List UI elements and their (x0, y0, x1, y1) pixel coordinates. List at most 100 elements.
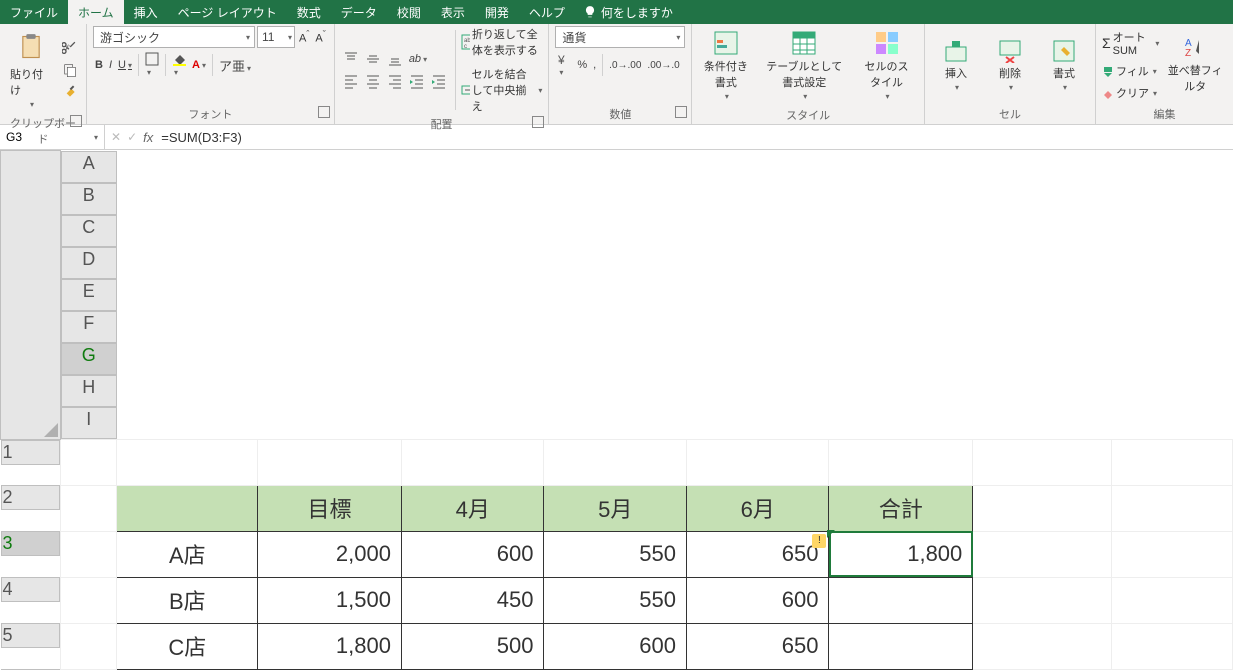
fx-icon[interactable]: fx (143, 130, 153, 145)
cell-G4[interactable] (829, 577, 973, 623)
cell-F2[interactable]: 6月 (686, 485, 828, 531)
dialog-launcher-icon[interactable] (70, 115, 82, 127)
align-right-button[interactable] (385, 71, 405, 91)
font-name-combo[interactable]: 游ゴシック▾ (93, 26, 255, 48)
phonetic-button[interactable]: ア亜▾ (217, 54, 253, 77)
error-warning-icon[interactable]: ! (812, 534, 826, 548)
row-header-5[interactable]: 5 (1, 623, 60, 648)
cell-B5[interactable]: C店 (117, 623, 258, 669)
cell-F3[interactable]: 650! (686, 531, 828, 577)
align-middle-button[interactable] (363, 49, 383, 69)
fill-button[interactable]: フィル▾ (1102, 63, 1159, 79)
cell-G2[interactable]: 合計 (829, 485, 973, 531)
number-format-combo[interactable]: 通貨▾ (555, 26, 685, 48)
delete-cells-button[interactable]: 削除▾ (985, 35, 1035, 96)
format-cells-button[interactable]: 書式▾ (1039, 35, 1089, 96)
cell-D3[interactable]: 600 (401, 531, 543, 577)
cell-E3[interactable]: 550 (544, 531, 686, 577)
dialog-launcher-icon[interactable] (318, 106, 330, 118)
col-header-D[interactable]: D (61, 247, 117, 279)
underline-button[interactable]: U▾ (116, 57, 134, 73)
cell-F4[interactable]: 600 (686, 577, 828, 623)
grow-font-button[interactable]: Aˆ (297, 27, 311, 47)
shrink-font-button[interactable]: Aˇ (313, 27, 327, 47)
increase-decimal-button[interactable]: .0→.00 (607, 57, 643, 73)
accounting-button[interactable]: ¥▾ (555, 50, 573, 80)
cell-E4[interactable]: 550 (544, 577, 686, 623)
tab-help[interactable]: ヘルプ (519, 0, 575, 25)
enter-icon[interactable]: ✓ (127, 130, 137, 144)
decrease-decimal-button[interactable]: .00→.0 (645, 57, 681, 73)
col-header-A[interactable]: A (61, 151, 117, 183)
col-header-H[interactable]: H (61, 375, 117, 407)
row-header-1[interactable]: 1 (1, 440, 60, 465)
wrap-text-button[interactable]: abc折り返して全体を表示する (461, 26, 542, 58)
tab-developer[interactable]: 開発 (475, 0, 519, 25)
cell-D2[interactable]: 4月 (401, 485, 543, 531)
cell-styles-button[interactable]: セルのスタイル▾ (855, 26, 918, 105)
col-header-C[interactable]: C (61, 215, 117, 247)
cell-B2[interactable] (117, 485, 258, 531)
orientation-button[interactable]: ab▾ (407, 51, 429, 67)
borders-button[interactable]: ▾ (143, 50, 161, 80)
font-color-button[interactable]: A▾ (190, 57, 208, 73)
fill-color-button[interactable]: ▾ (170, 50, 188, 80)
decrease-indent-button[interactable] (407, 71, 427, 91)
cell-C5[interactable]: 1,800 (258, 623, 402, 669)
cell-D4[interactable]: 450 (401, 577, 543, 623)
tab-data[interactable]: データ (331, 0, 387, 25)
cell-C2[interactable]: 目標 (258, 485, 402, 531)
worksheet[interactable]: A B C D E F G H I 1 2 目標 4月 5月 6月 合計 3 A… (0, 150, 1233, 670)
col-header-G[interactable]: G (61, 343, 117, 375)
comma-button[interactable]: , (591, 57, 598, 73)
row-header-4[interactable]: 4 (1, 577, 60, 602)
cell-E2[interactable]: 5月 (544, 485, 686, 531)
cell-B4[interactable]: B店 (117, 577, 258, 623)
col-header-E[interactable]: E (61, 279, 117, 311)
clear-button[interactable]: クリア▾ (1102, 85, 1159, 101)
align-bottom-button[interactable] (385, 49, 405, 69)
format-painter-button[interactable] (60, 82, 80, 102)
tell-me[interactable]: 何をしますか (575, 4, 681, 21)
cell-D5[interactable]: 500 (401, 623, 543, 669)
cell-G5[interactable] (829, 623, 973, 669)
col-header-I[interactable]: I (61, 407, 117, 439)
align-top-button[interactable] (341, 49, 361, 69)
font-size-combo[interactable]: 11▾ (257, 26, 295, 48)
cell-C4[interactable]: 1,500 (258, 577, 402, 623)
tab-insert[interactable]: 挿入 (124, 0, 168, 25)
bold-button[interactable]: B (93, 57, 105, 73)
cell-G3[interactable]: 1,800 (829, 531, 973, 577)
percent-button[interactable]: % (575, 57, 589, 73)
col-header-B[interactable]: B (61, 183, 117, 215)
cell-F5[interactable]: 650 (686, 623, 828, 669)
cell-C3[interactable]: 2,000 (258, 531, 402, 577)
increase-indent-button[interactable] (429, 71, 449, 91)
conditional-format-button[interactable]: 条件付き書式▾ (698, 26, 753, 105)
align-center-button[interactable] (363, 71, 383, 91)
row-header-3[interactable]: 3 (1, 531, 60, 556)
cell-E5[interactable]: 600 (544, 623, 686, 669)
autosum-button[interactable]: Σ オート SUM▾ (1102, 29, 1159, 57)
italic-button[interactable]: I (107, 57, 114, 73)
sort-filter-button[interactable]: AZ並べ替フィルタ (1163, 32, 1227, 98)
tab-review[interactable]: 校閲 (387, 0, 431, 25)
cell-B3[interactable]: A店 (117, 531, 258, 577)
dialog-launcher-icon[interactable] (675, 106, 687, 118)
align-left-button[interactable] (341, 71, 361, 91)
cancel-icon[interactable]: ✕ (111, 130, 121, 144)
cut-button[interactable] (60, 38, 80, 58)
dialog-launcher-icon[interactable] (532, 116, 544, 128)
copy-button[interactable] (60, 60, 80, 80)
format-as-table-button[interactable]: テーブルとして書式設定▾ (757, 26, 851, 105)
select-all-corner[interactable] (1, 151, 61, 440)
paste-button[interactable]: 貼り付け▾ (6, 26, 56, 113)
tab-file[interactable]: ファイル (0, 0, 68, 25)
tab-page-layout[interactable]: ページ レイアウト (168, 0, 287, 25)
merge-center-button[interactable]: セルを結合して中央揃え▾ (461, 66, 542, 114)
tab-formulas[interactable]: 数式 (287, 0, 331, 25)
tab-home[interactable]: ホーム (68, 0, 124, 25)
insert-cells-button[interactable]: 挿入▾ (931, 35, 981, 96)
tab-view[interactable]: 表示 (431, 0, 475, 25)
col-header-F[interactable]: F (61, 311, 117, 343)
